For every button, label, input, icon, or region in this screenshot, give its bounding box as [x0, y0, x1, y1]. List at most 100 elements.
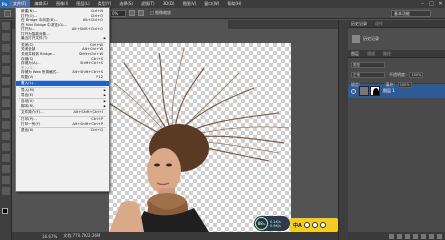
- layers-panel-header: 图层 通道 路径: [348, 50, 445, 58]
- tab-channels[interactable]: 通道: [367, 51, 375, 57]
- workspace-select[interactable]: 基本功能: [391, 10, 431, 17]
- layers-footer: [348, 232, 445, 240]
- history-panel: 历史记录: [348, 28, 445, 50]
- menu-item-label: 打开(O)...: [21, 13, 38, 18]
- menu-item-label: 存储为 Web 所用格式...: [21, 70, 60, 75]
- history-brush-tool-icon[interactable]: [2, 121, 10, 129]
- menu-item-label: 置入(L)...: [21, 81, 37, 86]
- move-tool-icon[interactable]: [2, 22, 10, 30]
- menu-item-label: 自动(U): [21, 99, 34, 104]
- clone-stamp-tool-icon[interactable]: [2, 110, 10, 118]
- ime-toolbar[interactable]: 中A: [290, 218, 338, 232]
- lasso-tool-icon[interactable]: [2, 44, 10, 52]
- fill-field[interactable]: 100%: [397, 82, 412, 88]
- trash-icon[interactable]: [437, 233, 442, 239]
- menu-item-label: 存储(S): [21, 56, 34, 61]
- quick-select-tool-icon[interactable]: [2, 55, 10, 63]
- menu-item-label: 最近打开文件(T): [21, 36, 48, 41]
- status-bar: 16.67% 文档:770.7K/2.26M: [12, 232, 338, 240]
- upload-speed: 0.1K/s: [270, 219, 281, 224]
- menu-view[interactable]: 视图(V): [178, 0, 200, 8]
- portrait-image: [109, 47, 290, 232]
- menu-item-label: 打印(P)...: [21, 117, 37, 122]
- zoom-out-icon[interactable]: [138, 10, 144, 16]
- crop-tool-icon[interactable]: [2, 66, 10, 74]
- ime-eye-icon: [319, 222, 326, 228]
- layer-thumbnail[interactable]: [359, 86, 369, 96]
- blur-tool-icon[interactable]: [2, 154, 10, 162]
- minimize-button[interactable]: –: [418, 0, 427, 8]
- network-speed-widget[interactable]: 88% 0.1K/s 0.6K/s: [254, 216, 290, 231]
- right-panels: 历史记录 动作 历史记录 图层 通道 路径 类型 正常 不透明度: 100% 锁…: [348, 20, 445, 240]
- photoshop-logo: Ps: [0, 0, 9, 8]
- document-tab[interactable]: [108, 20, 228, 29]
- type-tool-icon[interactable]: [2, 187, 10, 195]
- history-snapshot-thumbnail[interactable]: [352, 35, 360, 43]
- zoom-percent-field[interactable]: 0%: [110, 9, 126, 17]
- layer-mask-thumbnail[interactable]: [370, 86, 380, 96]
- new-group-icon[interactable]: [421, 233, 426, 239]
- healing-tool-icon[interactable]: [2, 88, 10, 96]
- layer-row[interactable]: 图层 1: [348, 84, 445, 98]
- tab-layers[interactable]: 图层: [351, 51, 359, 57]
- document-canvas[interactable]: [109, 43, 291, 232]
- history-item[interactable]: 历史记录: [363, 36, 379, 42]
- menu-item-label: 文件简介(F)...: [21, 110, 44, 115]
- menu-item-shortcut: Ctrl+Q: [90, 128, 103, 133]
- adjustment-layer-icon[interactable]: [413, 233, 418, 239]
- file-menu-item[interactable]: 退出(X) Ctrl+Q: [16, 128, 109, 133]
- opacity-label: 不透明度:: [389, 72, 407, 77]
- ime-eye-icon: [311, 222, 318, 228]
- opacity-field[interactable]: 100%: [409, 72, 424, 78]
- menu-item-label: 关闭全部: [21, 47, 36, 52]
- foreground-color-swatch[interactable]: [2, 208, 8, 214]
- download-speed: 0.6K/s: [270, 223, 281, 228]
- menu-item-label: 退出(X): [21, 128, 34, 133]
- ime-eye-icon: [303, 222, 310, 228]
- gradient-tool-icon[interactable]: [2, 143, 10, 151]
- brush-tool-icon[interactable]: [2, 99, 10, 107]
- tab-history[interactable]: 历史记录: [351, 21, 367, 27]
- eyedropper-tool-icon[interactable]: [2, 77, 10, 85]
- zoom-in-icon[interactable]: [129, 10, 135, 16]
- add-style-icon[interactable]: [397, 233, 402, 239]
- close-button[interactable]: ✕: [436, 0, 445, 8]
- new-layer-icon[interactable]: [429, 233, 434, 239]
- add-mask-icon[interactable]: [405, 233, 410, 239]
- tools-panel: [0, 20, 12, 240]
- perf-badge: 88%: [255, 217, 268, 230]
- visibility-eye-icon[interactable]: [351, 88, 356, 94]
- zoom-tool-icon[interactable]: [4, 9, 11, 17]
- maximize-button[interactable]: □: [427, 0, 436, 8]
- menu-item-label: 恢复(V): [21, 74, 34, 79]
- ime-mode-label[interactable]: 中A: [293, 222, 302, 229]
- scrubby-zoom-checkbox[interactable]: □ 细微缩放: [150, 10, 171, 16]
- tab-paths[interactable]: 路径: [383, 51, 391, 57]
- layer-name[interactable]: 图层 1: [383, 88, 395, 94]
- history-panel-header: 历史记录 动作: [348, 20, 445, 28]
- layer-kind-filter[interactable]: 类型: [351, 62, 385, 68]
- menu-item-label: 关闭并转到 Bridge...: [21, 52, 56, 57]
- menu-item-label: 在 Bridge 中浏览(B)...: [21, 18, 59, 23]
- marquee-tool-icon[interactable]: [2, 33, 10, 41]
- menu-window[interactable]: 窗口(W): [200, 0, 223, 8]
- pen-tool-icon[interactable]: [2, 176, 10, 184]
- menu-select[interactable]: 选择(S): [115, 0, 137, 8]
- zoom-status[interactable]: 16.67%: [42, 234, 57, 239]
- menu-help[interactable]: 帮助(H): [223, 0, 245, 8]
- file-menu-dropdown: 新建(N)... Ctrl+N 打开(O)... Ctrl+O 在 Bridge 中浏览…: [15, 7, 110, 192]
- menu-item-label: 打开为...: [21, 27, 36, 32]
- menu-item-label: 脚本(R): [21, 103, 34, 108]
- link-layers-icon[interactable]: [389, 233, 394, 239]
- eraser-tool-icon[interactable]: [2, 132, 10, 140]
- menu-item-label: 打印一份(Y): [21, 121, 41, 126]
- layers-controls: 类型 正常 不透明度: 100% 锁定: 填充: 100%: [348, 58, 445, 88]
- menu-item-label: 导出(E): [21, 92, 34, 97]
- tab-actions[interactable]: 动作: [375, 21, 383, 27]
- menu-3d[interactable]: 3D(D): [159, 0, 179, 8]
- blend-mode-select[interactable]: 正常: [351, 72, 385, 78]
- dodge-tool-icon[interactable]: [2, 165, 10, 173]
- window-controls: – □ ✕: [418, 0, 445, 8]
- menu-filter[interactable]: 滤镜(T): [137, 0, 159, 8]
- document-size-status: 文档:770.7K/2.26M: [63, 233, 101, 238]
